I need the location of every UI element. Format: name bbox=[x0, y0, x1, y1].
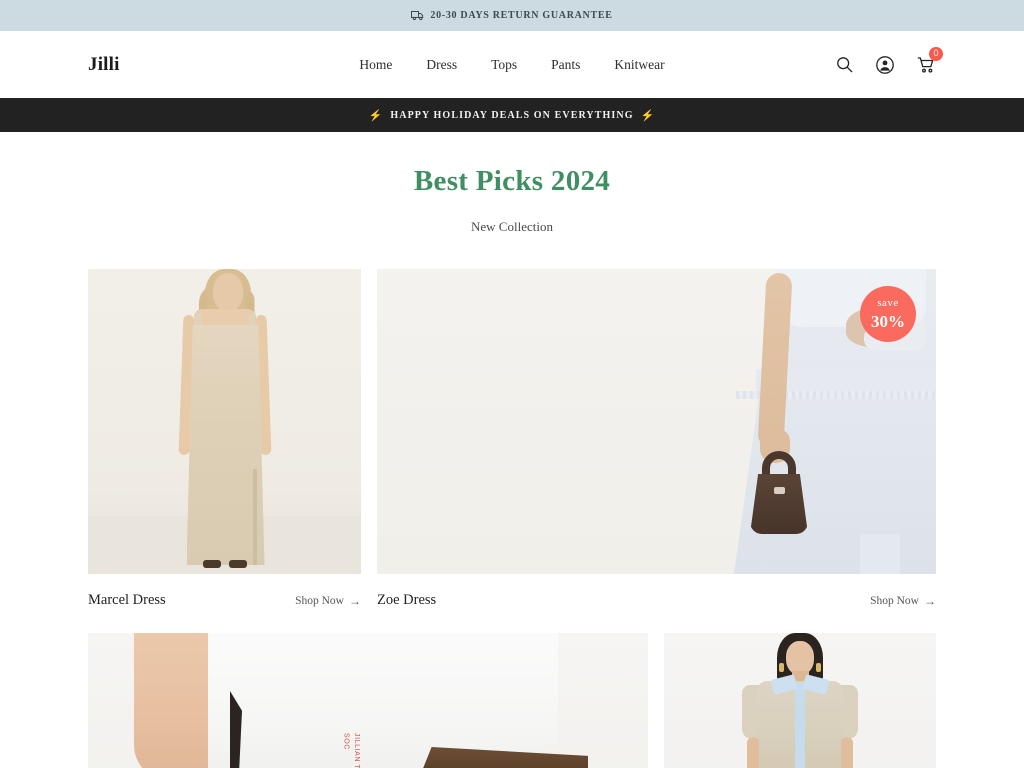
save-discount-badge[interactable]: save 30% bbox=[860, 286, 916, 342]
promo-text: HAPPY HOLIDAY DEALS ON EVERYTHING bbox=[390, 109, 634, 121]
garment-print-text: JILLIAN THE SOC bbox=[342, 733, 361, 768]
product-grid: Marcel Dress Shop Now → save 30% Zoe Dre… bbox=[0, 269, 1024, 768]
arrow-right-icon: → bbox=[349, 593, 361, 608]
hero-subtitle: New Collection bbox=[471, 219, 553, 234]
save-badge-word: save bbox=[877, 297, 899, 309]
product-image-marcel-dress[interactable] bbox=[88, 269, 361, 574]
nav-item-home[interactable]: Home bbox=[359, 57, 392, 73]
product-row-top: Marcel Dress Shop Now → save 30% Zoe Dre… bbox=[88, 269, 936, 609]
product-card-zoe-dress[interactable]: save 30% Zoe Dress Shop Now → bbox=[377, 269, 936, 609]
product-image-zoe-dress[interactable]: save 30% bbox=[377, 269, 936, 574]
shop-now-label: Shop Now bbox=[870, 595, 919, 607]
product-meta-marcel-dress: Marcel Dress Shop Now → bbox=[88, 574, 361, 609]
product-card-bottom-right[interactable] bbox=[664, 633, 936, 768]
shop-now-link-marcel-dress[interactable]: Shop Now → bbox=[295, 594, 361, 609]
cart-icon[interactable]: 0 bbox=[916, 46, 943, 75]
search-icon[interactable] bbox=[834, 55, 854, 75]
product-name: Marcel Dress bbox=[88, 592, 166, 608]
truck-icon bbox=[411, 10, 424, 21]
arrow-right-icon: → bbox=[924, 593, 936, 608]
product-image-bottom-right[interactable] bbox=[664, 633, 936, 768]
nav-item-knitwear[interactable]: Knitwear bbox=[614, 57, 664, 73]
lightning-bolt-icon-left: ⚡ bbox=[368, 109, 384, 122]
shop-now-link-zoe-dress[interactable]: Shop Now → bbox=[870, 594, 936, 609]
page-title: Best Picks 2024 bbox=[413, 165, 611, 197]
site-logo[interactable]: Jilli bbox=[88, 54, 120, 76]
announcement-bar: 20-30 DAYS RETURN GUARANTEE bbox=[0, 0, 1024, 31]
product-meta-zoe-dress: Zoe Dress Shop Now → bbox=[377, 574, 936, 609]
product-image-bottom-left[interactable]: JILLIAN THE SOC bbox=[88, 633, 648, 768]
shop-now-label: Shop Now bbox=[295, 595, 344, 607]
announcement-text: 20-30 DAYS RETURN GUARANTEE bbox=[430, 10, 613, 21]
product-name: Zoe Dress bbox=[377, 592, 437, 608]
hero-section: Best Picks 2024 New Collection bbox=[0, 132, 1024, 235]
lightning-bolt-icon-right: ⚡ bbox=[640, 109, 656, 122]
site-header: Jilli Home Dress Tops Pants Knitwear 0 bbox=[0, 31, 1024, 98]
nav-item-dress[interactable]: Dress bbox=[426, 57, 457, 73]
nav-item-tops[interactable]: Tops bbox=[491, 57, 517, 73]
cart-count-badge: 0 bbox=[929, 46, 943, 61]
promo-bar: ⚡ HAPPY HOLIDAY DEALS ON EVERYTHING ⚡ bbox=[0, 98, 1024, 132]
account-icon[interactable] bbox=[875, 55, 895, 75]
nav-item-pants[interactable]: Pants bbox=[551, 57, 580, 73]
header-icon-group: 0 bbox=[834, 46, 943, 75]
product-row-bottom: JILLIAN THE SOC bbox=[88, 633, 936, 768]
product-card-marcel-dress[interactable]: Marcel Dress Shop Now → bbox=[88, 269, 361, 609]
save-badge-percent: 30% bbox=[871, 312, 905, 331]
product-card-bottom-left[interactable]: JILLIAN THE SOC bbox=[88, 633, 648, 768]
